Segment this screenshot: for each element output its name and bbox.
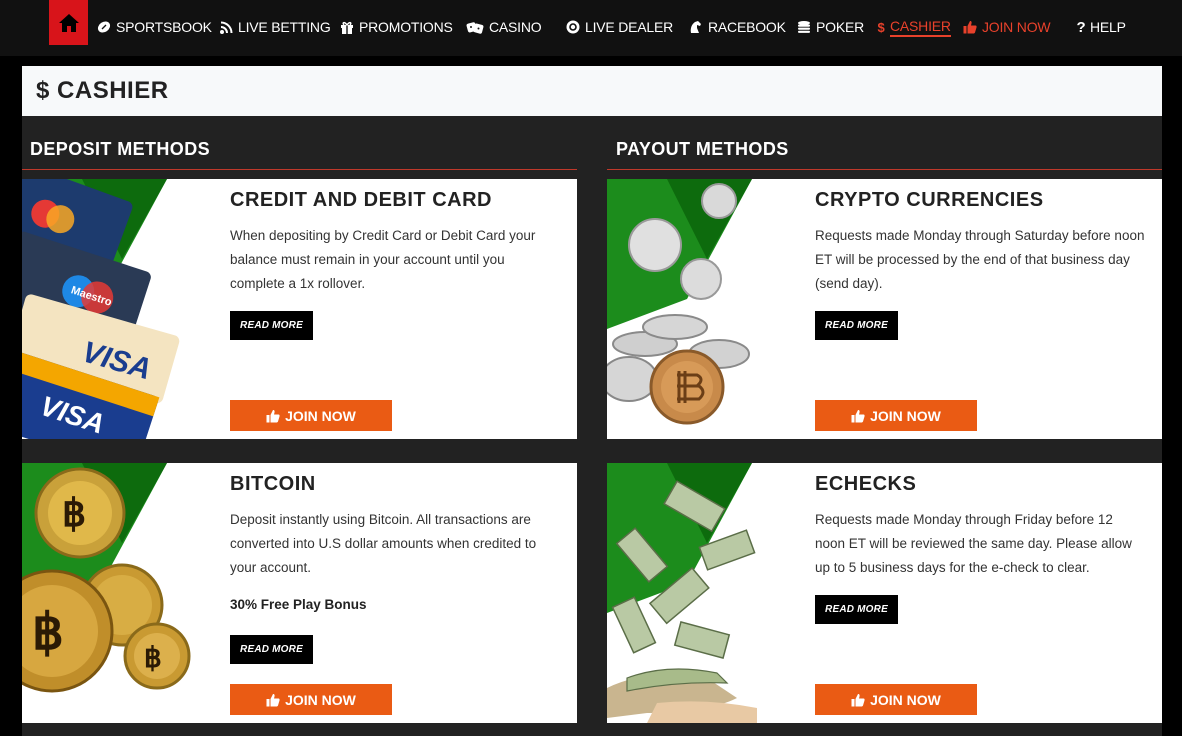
dollar-icon: $ xyxy=(877,19,885,35)
credit-debit-card: Maestro VISA VISA CREDIT AND DEBIT CARD … xyxy=(22,179,577,439)
read-more-button[interactable]: READ MORE xyxy=(230,311,313,340)
nav-racebook[interactable]: RACEBOOK xyxy=(689,15,786,39)
chip-icon xyxy=(566,20,580,34)
nav-join-now[interactable]: JOIN NOW xyxy=(963,15,1051,39)
svg-text:฿: ฿ xyxy=(62,493,86,535)
home-icon xyxy=(58,13,79,32)
money-bills-image xyxy=(607,463,807,723)
svg-text:฿: ฿ xyxy=(32,604,64,660)
nav-sportsbook[interactable]: SPORTSBOOK xyxy=(97,15,212,39)
top-navigation: SPORTSBOOK LIVE BETTING PROMOTIONS CASIN… xyxy=(0,0,1182,56)
nav-live-betting[interactable]: LIVE BETTING xyxy=(219,15,331,39)
join-now-button[interactable]: JOIN NOW xyxy=(815,400,977,431)
read-more-button[interactable]: READ MORE xyxy=(230,635,313,664)
nav-cashier[interactable]: $ CASHIER xyxy=(877,15,951,39)
page-title: $ CASHIER xyxy=(36,77,169,104)
payout-divider xyxy=(607,169,1162,170)
echecks-card: ECHECKS Requests made Monday through Fri… xyxy=(607,463,1162,723)
horse-icon xyxy=(689,20,703,34)
crypto-currencies-card: CRYPTO CURRENCIES Requests made Monday t… xyxy=(607,179,1162,439)
thumbs-up-icon xyxy=(851,409,865,422)
home-button[interactable] xyxy=(49,0,88,45)
card-title: ECHECKS xyxy=(815,473,917,495)
rss-icon xyxy=(219,20,233,34)
page-header: $ CASHIER xyxy=(22,66,1162,116)
card-title: BITCOIN xyxy=(230,473,316,495)
join-now-button[interactable]: JOIN NOW xyxy=(230,400,392,431)
thumbs-up-icon xyxy=(266,409,280,422)
payout-methods-heading: PAYOUT METHODS xyxy=(616,139,789,159)
card-title: CREDIT AND DEBIT CARD xyxy=(230,189,492,211)
thumbs-up-icon xyxy=(266,693,280,706)
bonus-text: 30% Free Play Bonus xyxy=(230,597,367,612)
card-description: When depositing by Credit Card or Debit … xyxy=(230,228,536,291)
nav-poker[interactable]: POKER xyxy=(797,15,864,39)
gift-icon xyxy=(340,20,354,34)
thumbs-up-icon xyxy=(851,693,865,706)
card-description: Deposit instantly using Bitcoin. All tra… xyxy=(230,512,537,575)
deposit-divider xyxy=(22,169,577,170)
crypto-coins-image xyxy=(607,179,807,439)
card-description: Requests made Monday through Friday befo… xyxy=(815,512,1132,575)
nav-live-dealer[interactable]: LIVE DEALER xyxy=(566,15,673,39)
football-icon xyxy=(97,20,111,34)
thumbs-up-icon xyxy=(963,20,977,34)
coins-icon xyxy=(797,20,811,34)
nav-help[interactable]: ? HELP xyxy=(1077,15,1126,39)
join-now-button[interactable]: JOIN NOW xyxy=(815,684,977,715)
nav-casino[interactable]: CASINO xyxy=(466,15,542,39)
bitcoin-card: ฿ ฿ ฿ BITCOIN Deposit instantly using Bi… xyxy=(22,463,577,723)
card-title: CRYPTO CURRENCIES xyxy=(815,189,1044,211)
cashier-page: $ CASHIER DEPOSIT METHODS PAYOUT METHODS… xyxy=(22,66,1162,736)
card-description: Requests made Monday through Saturday be… xyxy=(815,228,1145,291)
credit-cards-image: Maestro VISA VISA xyxy=(22,179,222,439)
question-icon: ? xyxy=(1076,18,1086,36)
dice-icon xyxy=(466,20,484,34)
dollar-icon: $ xyxy=(36,77,50,104)
read-more-button[interactable]: READ MORE xyxy=(815,595,898,624)
deposit-methods-heading: DEPOSIT METHODS xyxy=(30,139,211,159)
nav-promotions[interactable]: PROMOTIONS xyxy=(340,15,453,39)
svg-text:฿: ฿ xyxy=(144,642,162,673)
join-now-button[interactable]: JOIN NOW xyxy=(230,684,392,715)
bitcoin-coins-image: ฿ ฿ ฿ xyxy=(22,463,222,723)
read-more-button[interactable]: READ MORE xyxy=(815,311,898,340)
